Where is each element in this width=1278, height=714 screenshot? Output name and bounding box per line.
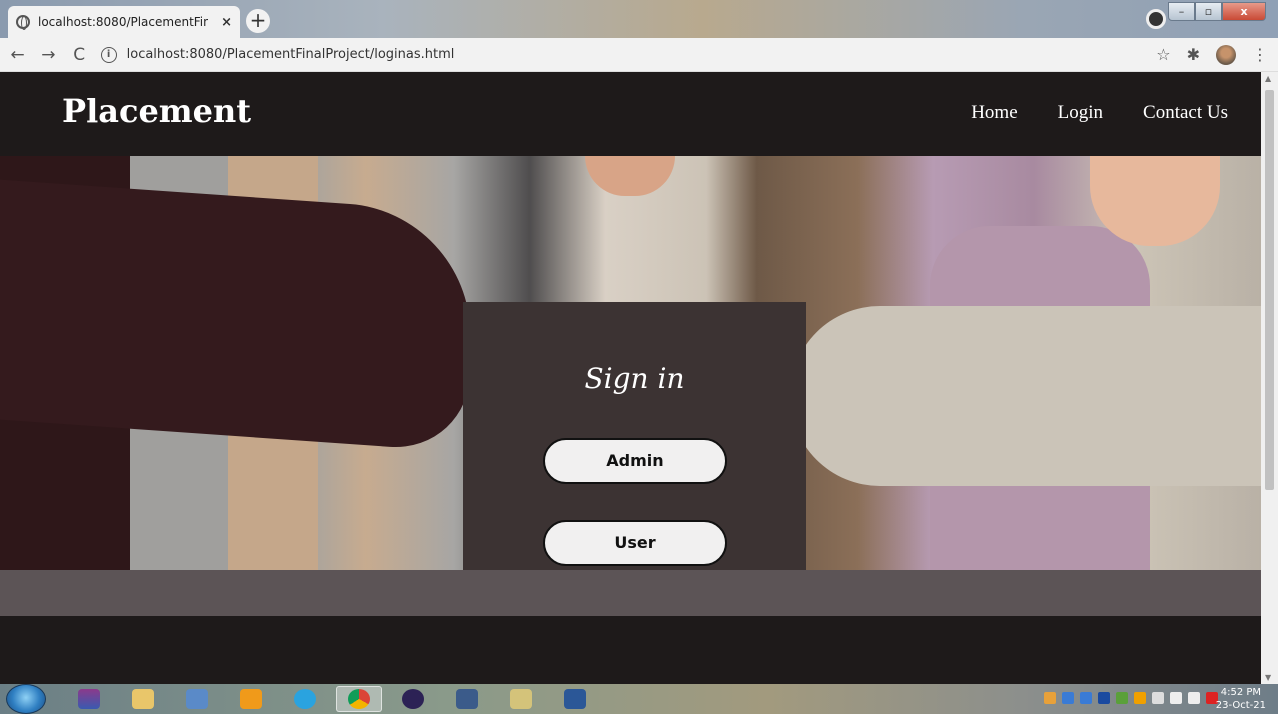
tab-close-icon[interactable]: × — [221, 15, 232, 30]
bookmark-star-icon[interactable]: ☆ — [1156, 45, 1170, 64]
eclipse-icon[interactable] — [390, 686, 436, 712]
maximize-button[interactable]: ▫ — [1195, 2, 1222, 21]
back-icon[interactable]: ← — [4, 45, 31, 65]
page-scrollbar[interactable]: ▲ ▼ — [1261, 72, 1278, 684]
profile-avatar[interactable] — [1216, 44, 1237, 65]
address-url[interactable]: localhost:8080/PlacementFinalProject/log… — [127, 47, 455, 62]
taskbar-clock[interactable]: 4:52 PM 23-Oct-21 — [1216, 686, 1266, 712]
sublime-text-icon[interactable] — [228, 686, 274, 712]
main-nav: Home Login Contact Us — [971, 102, 1228, 124]
volume-icon[interactable] — [1170, 692, 1182, 704]
paint-icon[interactable] — [498, 686, 544, 712]
minimize-button[interactable]: – — [1168, 2, 1195, 21]
new-tab-button[interactable]: + — [246, 9, 270, 33]
signin-title: Sign in — [584, 362, 685, 395]
taskbar-apps — [66, 686, 598, 712]
tray-usb-icon[interactable] — [1152, 692, 1164, 704]
tray-vlc-icon[interactable] — [1134, 692, 1146, 704]
notes-icon[interactable] — [174, 686, 220, 712]
web-page: Placement Home Login Contact Us Sign in … — [0, 72, 1261, 684]
signin-card: Sign in Admin User — [463, 302, 806, 570]
word-icon[interactable] — [552, 686, 598, 712]
extensions-icon[interactable]: ✱ — [1187, 45, 1200, 64]
tray-meet-icon[interactable] — [1080, 692, 1092, 704]
browser-toolbar: ← → C i localhost:8080/PlacementFinalPro… — [0, 38, 1278, 72]
mysql-workbench-icon[interactable] — [444, 686, 490, 712]
hero-arm-right — [790, 306, 1261, 486]
hero-image: Sign in Admin User — [0, 156, 1261, 570]
nav-home[interactable]: Home — [971, 102, 1017, 124]
browser-tab-strip: localhost:8080/PlacementFinalPr × + – ▫ … — [0, 0, 1278, 38]
chrome-profile-icon[interactable] — [1146, 9, 1166, 29]
tray-app-icon[interactable] — [1044, 692, 1056, 704]
site-brand[interactable]: Placement — [62, 92, 251, 130]
network-icon[interactable] — [1188, 692, 1200, 704]
close-window-button[interactable]: x — [1222, 2, 1266, 21]
user-button[interactable]: User — [543, 520, 727, 566]
site-header: Placement Home Login Contact Us — [0, 72, 1261, 156]
file-explorer-icon[interactable] — [120, 686, 166, 712]
globe-icon — [16, 15, 30, 30]
browser-menu-icon[interactable]: ⋮ — [1252, 45, 1268, 64]
hero-face-center — [585, 156, 675, 196]
admin-button[interactable]: Admin — [543, 438, 727, 484]
page-footer — [0, 616, 1261, 684]
telegram-icon[interactable] — [282, 686, 328, 712]
toolbar-actions: ☆ ✱ ⋮ — [1156, 44, 1268, 65]
address-bar[interactable]: i localhost:8080/PlacementFinalProject/l… — [100, 41, 1157, 69]
hero-arm-left — [0, 179, 470, 453]
scroll-up-icon[interactable]: ▲ — [1265, 74, 1271, 83]
forward-icon[interactable]: → — [35, 45, 62, 65]
chrome-icon[interactable] — [336, 686, 382, 712]
windows-taskbar: 4:52 PM 23-Oct-21 — [0, 684, 1278, 714]
reload-icon[interactable]: C — [66, 45, 93, 65]
clock-date: 23-Oct-21 — [1215, 700, 1266, 711]
tab-title: localhost:8080/PlacementFinalPr — [38, 15, 208, 29]
winrar-icon[interactable] — [66, 686, 112, 712]
browser-tab[interactable]: localhost:8080/PlacementFinalPr × — [8, 6, 240, 38]
scrollbar-thumb[interactable] — [1265, 90, 1274, 490]
clock-time: 4:52 PM — [1220, 687, 1262, 698]
page-band — [0, 570, 1261, 616]
window-controls: – ▫ x — [1168, 2, 1266, 21]
site-info-icon[interactable]: i — [100, 46, 117, 63]
tray-zoom-icon[interactable] — [1062, 692, 1074, 704]
system-tray — [1044, 692, 1218, 704]
scroll-down-icon[interactable]: ▼ — [1265, 673, 1271, 682]
nav-contact-us[interactable]: Contact Us — [1143, 102, 1228, 124]
nav-login[interactable]: Login — [1058, 102, 1103, 124]
tray-b-icon[interactable] — [1098, 692, 1110, 704]
start-button[interactable] — [6, 684, 46, 714]
tray-shield-icon[interactable] — [1116, 692, 1128, 704]
